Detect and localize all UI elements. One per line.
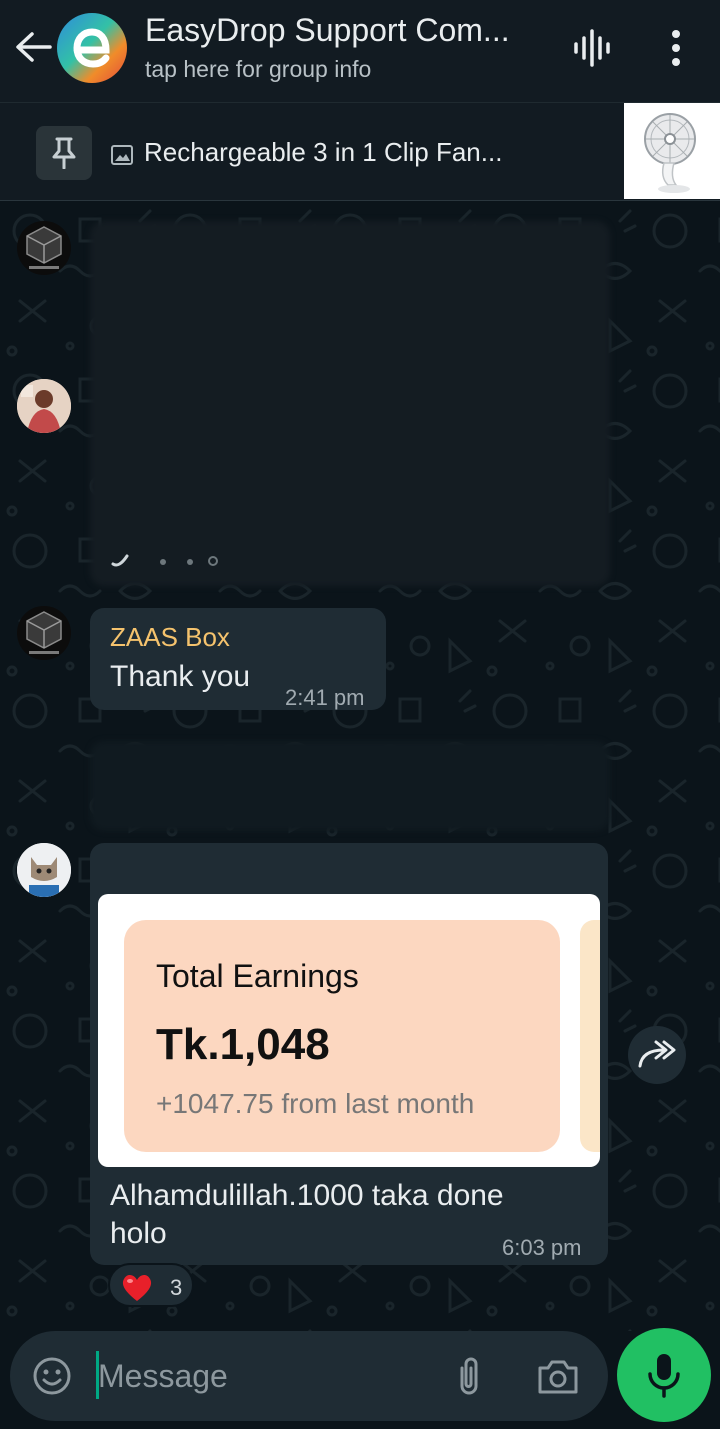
sender-avatar-zaas-box-2[interactable] (17, 606, 71, 660)
pinned-message-text: Rechargeable 3 in 1 Clip Fan... (144, 137, 503, 167)
voice-message-button[interactable] (617, 1328, 711, 1422)
message-composer (10, 1331, 608, 1421)
message-text: Thank you (110, 660, 251, 693)
box-logo-icon (26, 226, 62, 269)
voice-call-icon[interactable] (570, 28, 614, 68)
blurred-message-status (111, 554, 218, 567)
more-options-icon[interactable] (660, 28, 692, 68)
group-title[interactable]: EasyDrop Support Com... (145, 12, 545, 49)
mic-icon (648, 1354, 680, 1398)
user-photo (17, 379, 71, 433)
blurred-message (90, 741, 610, 831)
message-bubble[interactable]: ZAAS Box Thank you 2:41 pm (90, 608, 386, 710)
fan-product-image (644, 113, 696, 193)
forward-button[interactable] (628, 1026, 686, 1084)
blurred-message (90, 221, 610, 586)
group-info-hint[interactable]: tap here for group info (145, 56, 371, 83)
message-caption: Alhamdulillah.1000 taka done holo (110, 1179, 504, 1250)
cat-photo (17, 843, 71, 897)
pinned-message-bar[interactable]: Rechargeable 3 in 1 Clip Fan... (0, 103, 720, 201)
back-arrow-icon[interactable] (14, 30, 52, 64)
pin-button[interactable] (36, 126, 92, 180)
earnings-card: Total Earnings Tk.1,048 +1047.75 from la… (124, 920, 560, 1152)
earnings-change: +1047.75 from last month (156, 1088, 475, 1119)
camera-icon[interactable] (536, 1356, 580, 1396)
pin-icon (52, 137, 76, 169)
message-time: 2:41 pm (285, 685, 365, 710)
message-input[interactable] (98, 1349, 428, 1403)
sender-name[interactable]: ZAAS Box (110, 622, 230, 653)
message-time: 6:03 pm (502, 1235, 582, 1260)
group-avatar[interactable] (56, 12, 128, 84)
sender-avatar-cat[interactable] (17, 843, 71, 897)
earnings-title: Total Earnings (156, 958, 359, 994)
pinned-image-thumbnail[interactable] (624, 103, 720, 199)
reaction-count: 3 (170, 1275, 183, 1300)
chat-area[interactable]: ZAAS Box Thank you 2:41 pm Total Earning… (0, 201, 720, 1331)
sender-avatar-zaas-box[interactable] (17, 221, 71, 275)
heart-icon (122, 1274, 152, 1301)
next-card-edge (580, 920, 600, 1152)
chat-header: EasyDrop Support Com... tap here for gro… (0, 0, 720, 103)
box-logo-icon (26, 611, 62, 654)
earnings-amount: Tk.1,048 (156, 1020, 330, 1069)
emoji-icon[interactable] (32, 1356, 72, 1396)
attach-icon[interactable] (452, 1354, 486, 1398)
image-icon (111, 145, 133, 165)
sender-avatar-user[interactable] (17, 379, 71, 433)
reaction-pill[interactable]: 3 (108, 1263, 194, 1307)
earnings-screenshot-image[interactable]: Total Earnings Tk.1,048 +1047.75 from la… (98, 894, 600, 1167)
forward-icon (638, 1040, 676, 1068)
